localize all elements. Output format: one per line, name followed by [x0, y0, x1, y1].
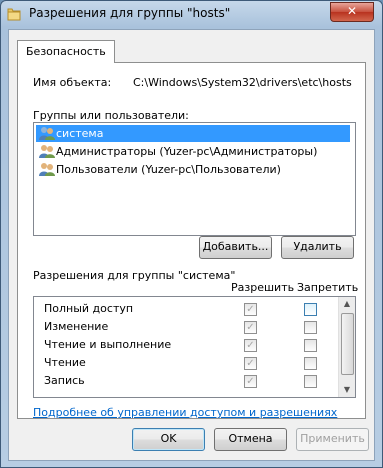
permission-name: Чтение [44, 356, 86, 369]
window-title: Разрешения для группы "hosts" [29, 6, 231, 20]
table-row: Изменение ✓ [34, 318, 334, 336]
permission-name: Полный доступ [44, 302, 134, 315]
scroll-thumb[interactable] [341, 313, 354, 375]
folder-icon [7, 8, 21, 21]
deny-checkbox[interactable] [304, 339, 317, 352]
dialog-client-area: Безопасность Имя объекта: C:\Windows\Sys… [8, 29, 375, 461]
allow-header: Разрешить [231, 281, 295, 294]
permissions-scrollbar[interactable]: ▲ ▼ [338, 297, 355, 397]
deny-header: Запретить [297, 281, 359, 294]
deny-checkbox[interactable] [304, 321, 317, 334]
table-row: Полный доступ ✓ [34, 300, 334, 318]
allow-checkbox[interactable]: ✓ [244, 303, 257, 316]
permission-name: Чтение и выполнение [44, 338, 172, 351]
close-button[interactable]: ✕ [330, 2, 374, 22]
list-item[interactable]: Администраторы (Yuzer-pc\Администраторы) [36, 143, 350, 160]
list-item[interactable]: Пользователи (Yuzer-pc\Пользователи) [36, 161, 350, 178]
permissions-table: Полный доступ ✓ Изменение ✓ Чтение и вып… [33, 296, 356, 398]
scroll-down-arrow-icon[interactable]: ▼ [339, 383, 355, 397]
list-item-label: Пользователи (Yuzer-pc\Пользователи) [56, 163, 281, 176]
deny-checkbox[interactable] [304, 375, 317, 388]
add-button[interactable]: Добавить... [199, 236, 272, 259]
ok-button[interactable]: OK [132, 428, 205, 451]
users-icon [39, 163, 55, 176]
remove-button[interactable]: Удалить [281, 236, 354, 259]
deny-checkbox[interactable] [304, 357, 317, 370]
access-control-help-link[interactable]: Подробнее об управлении доступом и разре… [33, 406, 337, 419]
allow-checkbox[interactable]: ✓ [244, 375, 257, 388]
allow-checkbox[interactable]: ✓ [244, 357, 257, 370]
table-row: Запись ✓ [34, 372, 334, 390]
object-name-value: C:\Windows\System32\drivers\etc\hosts [133, 76, 352, 89]
scroll-up-arrow-icon[interactable]: ▲ [339, 297, 355, 311]
allow-checkbox[interactable]: ✓ [244, 321, 257, 334]
title-bar[interactable]: Разрешения для группы "hosts" ✕ [1, 1, 382, 27]
cancel-button[interactable]: Отмена [214, 428, 287, 451]
users-icon [39, 127, 55, 140]
users-icon [39, 145, 55, 158]
table-row: Чтение и выполнение ✓ [34, 336, 334, 354]
close-icon: ✕ [346, 4, 358, 18]
permission-name: Запись [44, 374, 85, 387]
list-item-label: система [56, 127, 104, 140]
apply-button[interactable]: Применить [296, 428, 369, 451]
tab-security[interactable]: Безопасность [17, 40, 115, 63]
permission-name: Изменение [44, 320, 109, 333]
deny-checkbox[interactable] [304, 303, 317, 316]
list-item[interactable]: система [36, 125, 350, 142]
object-name-label: Имя объекта: [33, 76, 112, 89]
allow-checkbox[interactable]: ✓ [244, 339, 257, 352]
permissions-dialog: Разрешения для группы "hosts" ✕ Безопасн… [0, 0, 383, 468]
groups-listbox[interactable]: система Администраторы (Yuzer-pc\Админис… [33, 122, 356, 236]
groups-label: Группы или пользователи: [33, 109, 189, 122]
table-row: Чтение ✓ [34, 354, 334, 372]
permissions-label: Разрешения для группы "система" [33, 269, 236, 282]
list-item-label: Администраторы (Yuzer-pc\Администраторы) [56, 145, 318, 158]
